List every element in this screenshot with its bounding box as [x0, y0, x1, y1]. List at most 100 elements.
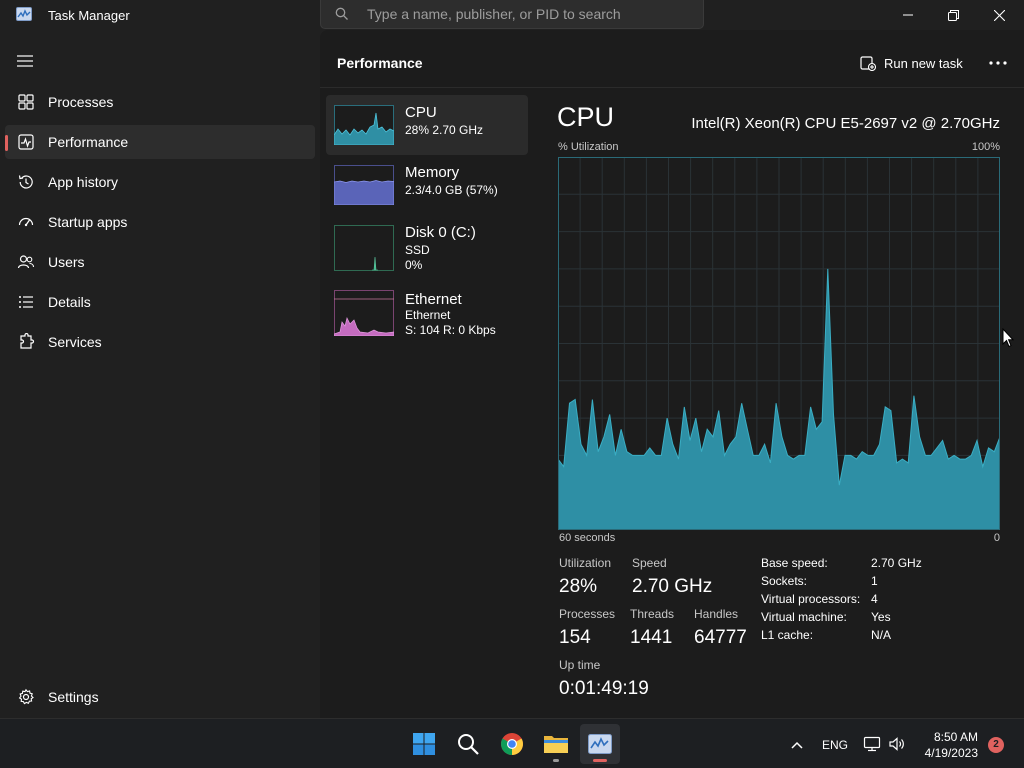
device-item-disk[interactable]: Disk 0 (C:) SSD 0% — [326, 215, 528, 275]
close-button[interactable] — [976, 0, 1022, 30]
device-subtitle: 28% 2.70 GHz — [405, 123, 484, 137]
sidebar-item-performance[interactable]: Performance — [5, 125, 315, 159]
clock-date[interactable]: 4/19/2023 — [918, 746, 978, 760]
handles-label: Handles — [694, 607, 739, 621]
sidebar-item-settings[interactable]: Settings — [5, 680, 315, 714]
taskbar-start-button[interactable] — [404, 724, 444, 764]
sidebar-item-startup-apps[interactable]: Startup apps — [5, 205, 315, 239]
speed-label: Speed — [632, 556, 667, 570]
sidebar-item-users[interactable]: Users — [5, 245, 315, 279]
spec-key: Virtual processors: — [761, 592, 861, 606]
memory-thumbnail-graph — [334, 165, 394, 205]
page-header: Performance Run new task — [320, 30, 1024, 88]
network-icon[interactable] — [863, 735, 881, 753]
file-explorer-icon — [544, 736, 568, 753]
cpu-thumbnail-graph — [334, 105, 394, 145]
device-item-memory[interactable]: Memory 2.3/4.0 GB (57%) — [326, 155, 528, 215]
device-subtitle: SSD — [405, 243, 430, 257]
taskbar-chrome-button[interactable] — [492, 724, 532, 764]
page-title: Performance — [337, 55, 423, 71]
sidebar-item-label: Users — [48, 254, 85, 270]
y-axis-label: % Utilization — [558, 141, 619, 153]
taskbar-task-manager-button[interactable] — [580, 724, 620, 764]
running-indicator — [553, 759, 559, 762]
chrome-icon — [501, 733, 523, 755]
search-icon — [458, 734, 479, 755]
speed-value: 2.70 GHz — [632, 576, 713, 597]
taskbar-file-explorer-button[interactable] — [536, 724, 576, 764]
x-axis-end-label: 0 — [993, 532, 1000, 544]
restore-icon — [947, 9, 959, 21]
run-task-icon — [860, 56, 876, 71]
sidebar-item-details[interactable]: Details — [5, 285, 315, 319]
utilization-label: Utilization — [559, 556, 612, 570]
startup-gauge-icon — [18, 217, 34, 227]
taskbar-search-button[interactable] — [448, 724, 488, 764]
spec-value: 1 — [871, 574, 878, 588]
run-new-task-label: Run new task — [884, 55, 963, 71]
close-icon — [993, 9, 1005, 21]
hamburger-menu-button[interactable] — [10, 46, 40, 76]
minimize-icon — [903, 14, 913, 16]
chevron-up-icon[interactable] — [787, 735, 807, 755]
ethernet-thumbnail-graph — [334, 290, 394, 336]
device-title: Memory — [405, 164, 460, 181]
settings-gear-icon — [18, 688, 34, 705]
task-manager-icon — [588, 734, 612, 754]
sidebar-item-services[interactable]: Services — [5, 325, 315, 359]
app-title: Task Manager — [48, 8, 130, 23]
maximize-button[interactable] — [930, 0, 976, 30]
sidebar-item-processes[interactable]: Processes — [5, 85, 315, 119]
device-subtitle: S: 104 R: 0 Kbps — [405, 323, 496, 337]
sidebar-item-label: Details — [48, 294, 91, 310]
device-subtitle: Ethernet — [405, 308, 451, 322]
details-list-icon — [19, 296, 33, 308]
run-new-task-button[interactable]: Run new task — [860, 52, 963, 74]
spec-value: 2.70 GHz — [871, 556, 922, 570]
uptime-label: Up time — [559, 658, 601, 672]
services-puzzle-icon — [20, 333, 35, 349]
volume-icon[interactable] — [888, 735, 906, 753]
search-box[interactable] — [320, 0, 704, 29]
sidebar-item-label: Startup apps — [48, 214, 128, 230]
search-icon — [335, 7, 348, 20]
threads-value: 1441 — [630, 627, 673, 648]
title-bar: Task Manager — [0, 0, 1024, 30]
spec-value: 4 — [871, 592, 878, 606]
language-indicator[interactable]: ENG — [822, 738, 848, 752]
spec-key: L1 cache: — [761, 628, 814, 642]
cpu-model-name: Intel(R) Xeon(R) CPU E5-2697 v2 @ 2.70GH… — [691, 115, 1000, 132]
active-app-indicator — [593, 759, 607, 762]
users-icon — [17, 255, 35, 269]
more-options-button[interactable] — [984, 52, 1012, 74]
spec-value: Yes — [871, 610, 891, 624]
handles-value: 64777 — [694, 627, 747, 648]
minimize-button[interactable] — [885, 0, 931, 30]
spec-key: Sockets: — [761, 574, 808, 588]
sidebar-item-app-history[interactable]: App history — [5, 165, 315, 199]
cpu-utilization-graph — [558, 157, 1000, 530]
device-title: Disk 0 (C:) — [405, 224, 476, 241]
uptime-value: 0:01:49:19 — [559, 678, 649, 699]
notification-badge[interactable]: 2 — [988, 737, 1004, 753]
disk-thumbnail-graph — [334, 225, 394, 271]
clock-time[interactable]: 8:50 AM — [920, 730, 978, 744]
y-axis-max-label: 100% — [971, 141, 1000, 153]
sidebar-item-label: Services — [48, 334, 102, 350]
processes-label: Processes — [559, 607, 616, 621]
taskbar: ENG 8:50 AM 4/19/2023 2 — [0, 718, 1024, 768]
processes-value: 154 — [559, 627, 591, 648]
processes-grid-icon — [18, 94, 34, 110]
more-dots-icon — [989, 61, 1007, 65]
spec-key: Virtual machine: — [761, 610, 847, 624]
active-indicator — [5, 135, 8, 151]
search-input[interactable] — [367, 4, 687, 24]
spec-key: Base speed: — [761, 556, 828, 570]
detail-title: CPU — [557, 102, 615, 132]
main-panel: Performance Run new task CPU 28% 2.70 GH… — [320, 30, 1024, 718]
sidebar-item-label: Settings — [48, 689, 99, 705]
performance-pulse-icon — [18, 134, 34, 150]
device-item-cpu[interactable]: CPU 28% 2.70 GHz — [326, 95, 528, 155]
sidebar-item-label: App history — [48, 174, 119, 190]
device-item-ethernet[interactable]: Ethernet Ethernet S: 104 R: 0 Kbps — [326, 282, 528, 342]
